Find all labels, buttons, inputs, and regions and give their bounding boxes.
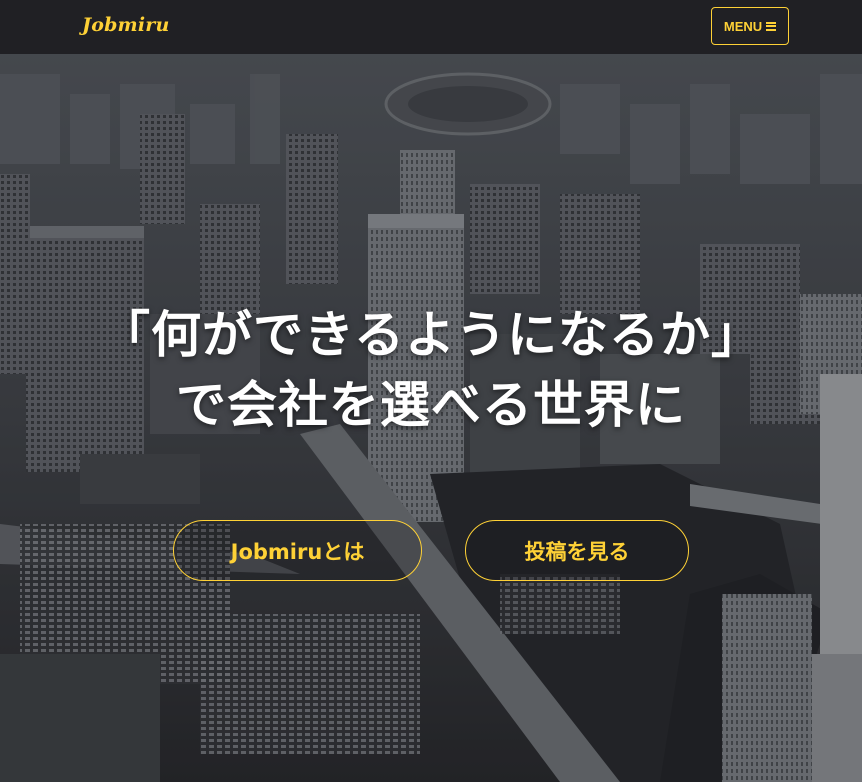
top-navbar: Jobmiru MENU — [0, 0, 862, 54]
hamburger-icon — [766, 21, 777, 31]
menu-button[interactable]: MENU — [711, 7, 789, 45]
view-posts-button[interactable]: 投稿を見る — [465, 520, 689, 581]
hero-headline: 「何ができるようになるか」 で会社を選べる世界に — [0, 300, 862, 440]
about-jobmiru-button[interactable]: Jobmiruとは — [173, 520, 422, 581]
hero-headline-line1: 「何ができるようになるか」 — [100, 306, 762, 364]
hero-headline-line2: で会社を選べる世界に — [176, 376, 686, 434]
hero-section: 「何ができるようになるか」 で会社を選べる世界に Jobmiruとは 投稿を見る — [0, 54, 862, 782]
brand-logo[interactable]: Jobmiru — [82, 14, 170, 36]
menu-button-label: MENU — [723, 18, 763, 34]
